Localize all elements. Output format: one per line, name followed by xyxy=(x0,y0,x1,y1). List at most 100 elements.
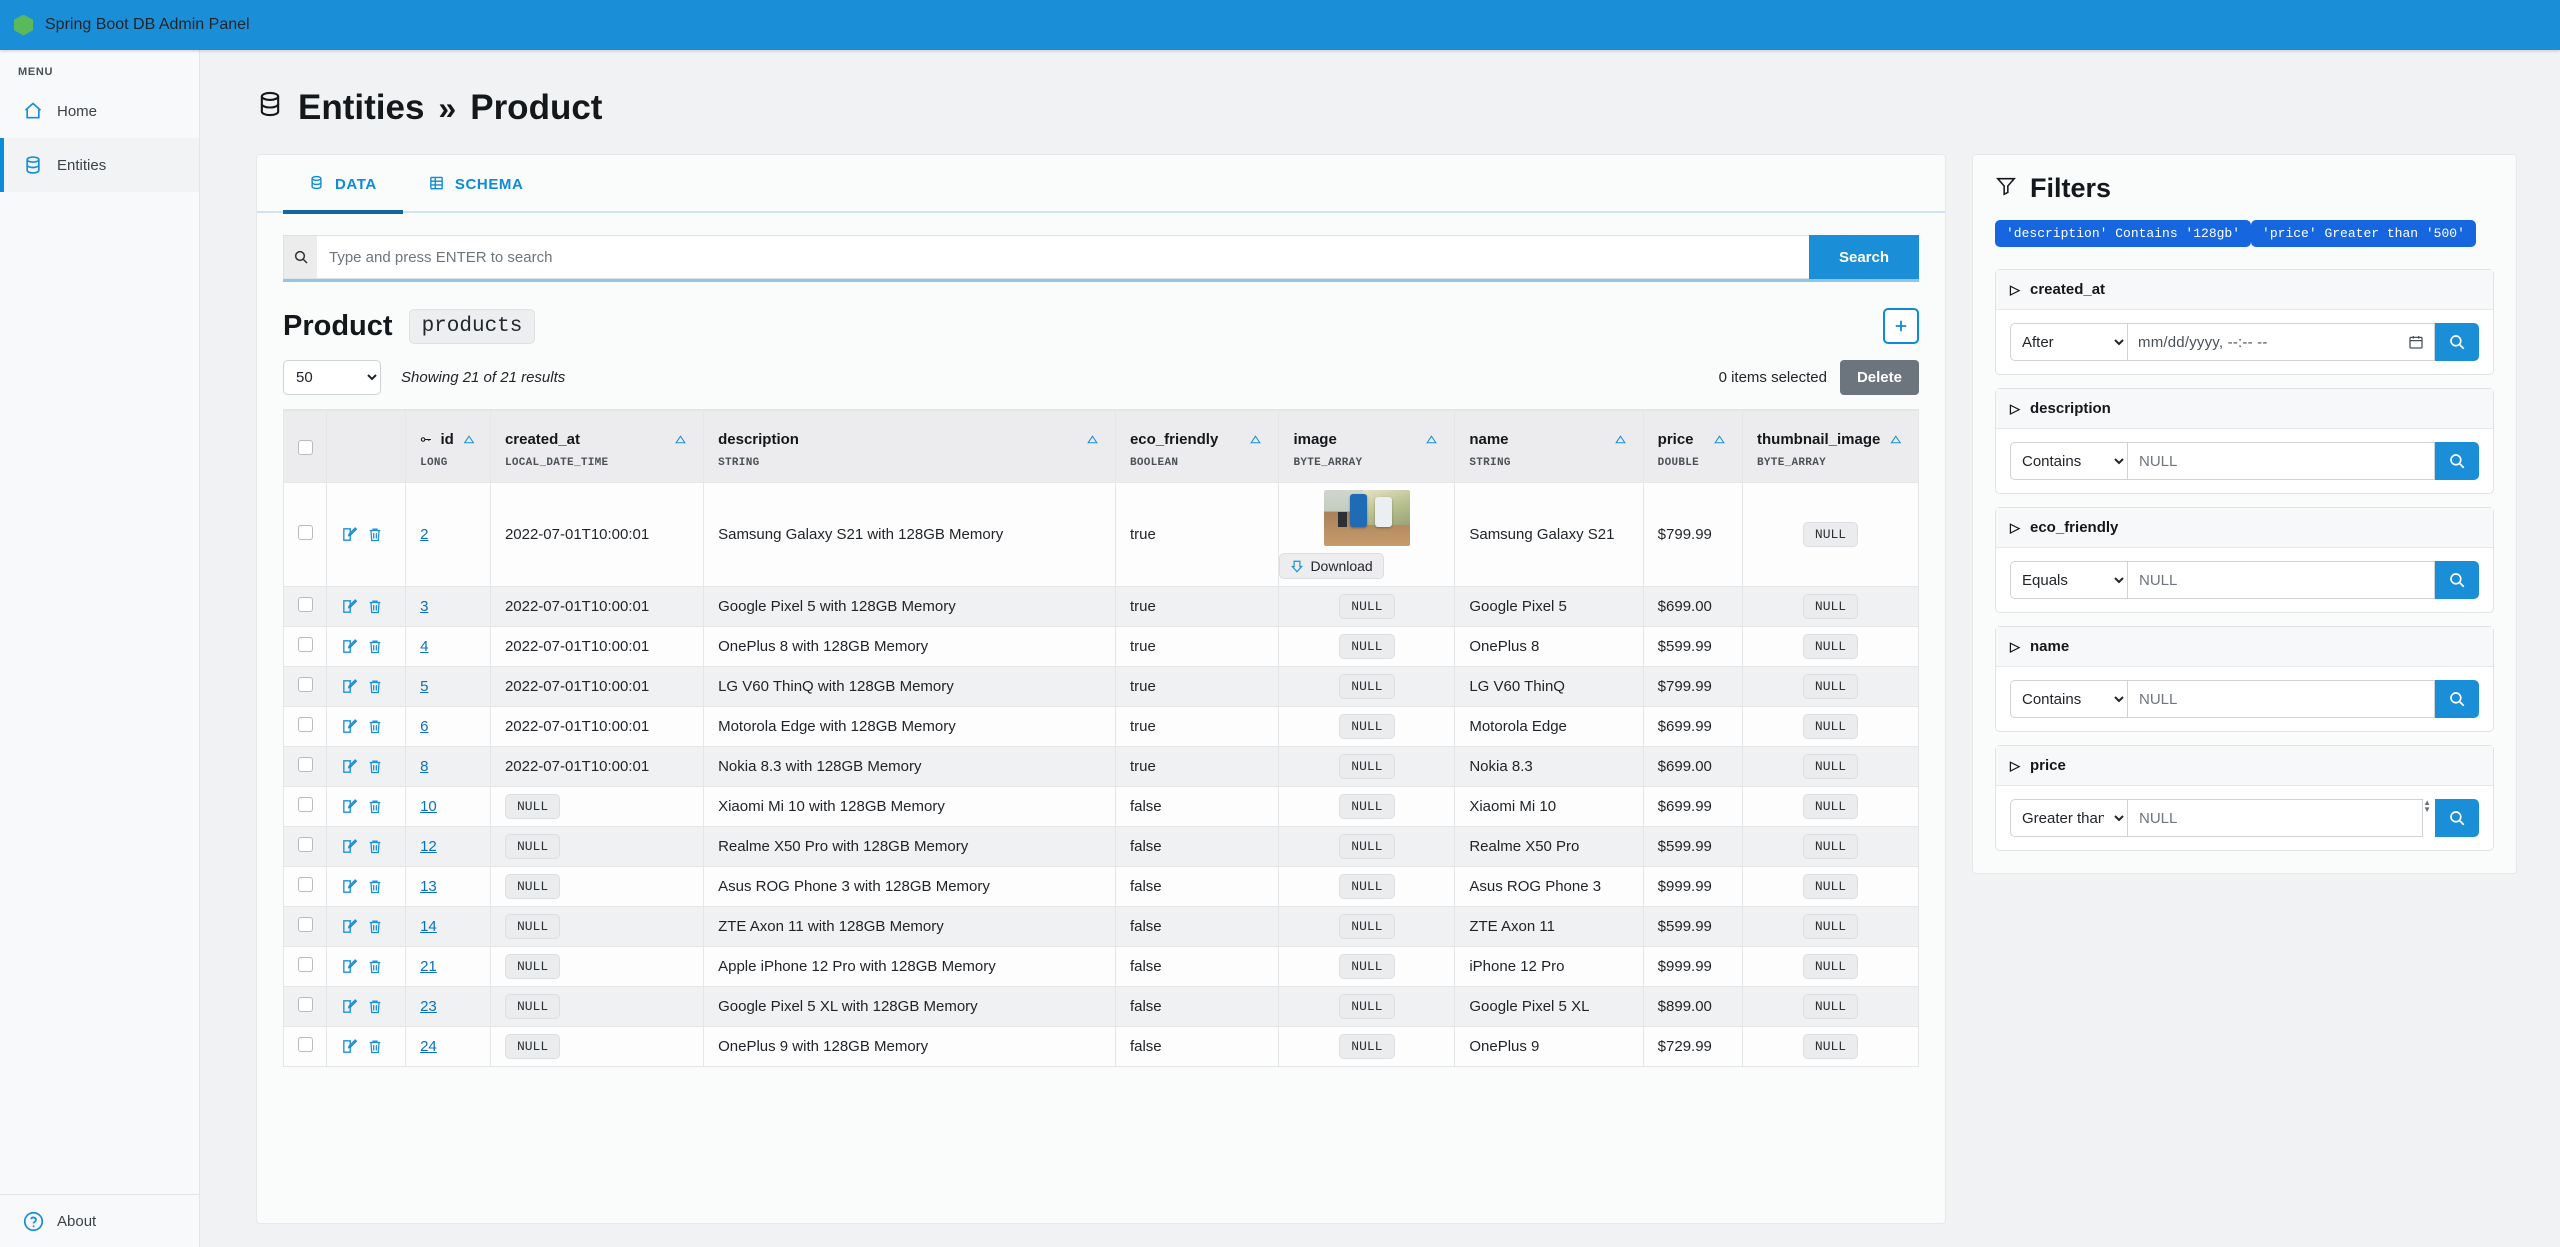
row-checkbox[interactable] xyxy=(298,1037,313,1052)
edit-pencil-icon[interactable] xyxy=(341,958,358,975)
search-input[interactable] xyxy=(317,235,1809,279)
row-checkbox[interactable] xyxy=(298,917,313,932)
filter-value-input[interactable] xyxy=(2128,799,2423,837)
row-id-link[interactable]: 14 xyxy=(420,918,437,935)
trash-icon[interactable] xyxy=(367,838,383,855)
sidebar-item-home[interactable]: Home xyxy=(0,84,199,138)
row-checkbox[interactable] xyxy=(298,677,313,692)
edit-pencil-icon[interactable] xyxy=(341,598,358,615)
edit-pencil-icon[interactable] xyxy=(341,878,358,895)
sort-triangle-icon[interactable] xyxy=(462,433,476,446)
tab-data[interactable]: DATA xyxy=(283,155,403,214)
product-thumbnail[interactable] xyxy=(1324,490,1410,546)
table-row[interactable]: 62022-07-01T10:00:01Motorola Edge with 1… xyxy=(284,707,1919,747)
row-id-link[interactable]: 21 xyxy=(420,958,437,975)
filter-apply-button[interactable] xyxy=(2435,442,2479,480)
filter-group-header[interactable]: ▷description xyxy=(1996,389,2493,429)
row-checkbox[interactable] xyxy=(298,637,313,652)
filter-group-header[interactable]: ▷created_at xyxy=(1996,270,2493,310)
page-size-select[interactable]: 50 xyxy=(283,360,381,395)
row-checkbox[interactable] xyxy=(298,877,313,892)
column-header-eco-friendly[interactable]: eco_friendlyBOOLEAN xyxy=(1115,411,1279,483)
trash-icon[interactable] xyxy=(367,1038,383,1055)
edit-pencil-icon[interactable] xyxy=(341,998,358,1015)
column-header-name[interactable]: nameSTRING xyxy=(1455,411,1643,483)
row-id-link[interactable]: 6 xyxy=(420,718,428,735)
table-row[interactable]: 52022-07-01T10:00:01LG V60 ThinQ with 12… xyxy=(284,667,1919,707)
table-row[interactable]: 22022-07-01T10:00:01Samsung Galaxy S21 w… xyxy=(284,483,1919,587)
table-row[interactable]: 82022-07-01T10:00:01Nokia 8.3 with 128GB… xyxy=(284,747,1919,787)
filter-apply-button[interactable] xyxy=(2435,799,2479,837)
column-header-id[interactable]: idLONG xyxy=(406,411,491,483)
trash-icon[interactable] xyxy=(367,878,383,895)
sort-triangle-icon[interactable] xyxy=(1423,433,1440,446)
sort-triangle-icon[interactable] xyxy=(1084,433,1101,446)
edit-pencil-icon[interactable] xyxy=(341,838,358,855)
row-id-link[interactable]: 24 xyxy=(420,1038,437,1055)
filter-value-input[interactable] xyxy=(2128,442,2435,480)
table-row[interactable]: 23NULLGoogle Pixel 5 XL with 128GB Memor… xyxy=(284,987,1919,1027)
row-id-link[interactable]: 12 xyxy=(420,838,437,855)
filter-group-header[interactable]: ▷name xyxy=(1996,627,2493,667)
table-row[interactable]: 42022-07-01T10:00:01OnePlus 8 with 128GB… xyxy=(284,627,1919,667)
filter-value-input[interactable] xyxy=(2128,561,2435,599)
active-filter-chip[interactable]: 'price' Greater than '500' xyxy=(2251,220,2476,247)
number-stepper[interactable]: ▲▼ xyxy=(2423,799,2431,837)
filter-operator-select[interactable]: Equals xyxy=(2010,561,2128,599)
filter-operator-select[interactable]: Contains xyxy=(2010,442,2128,480)
row-checkbox[interactable] xyxy=(298,957,313,972)
active-filter-chip[interactable]: 'description' Contains '128gb' xyxy=(1995,220,2251,247)
column-header-created-at[interactable]: created_atLOCAL_DATE_TIME xyxy=(490,411,703,483)
column-header-thumbnail-image[interactable]: thumbnail_imageBYTE_ARRAY xyxy=(1743,411,1919,483)
select-all-checkbox[interactable] xyxy=(298,440,313,455)
edit-pencil-icon[interactable] xyxy=(341,798,358,815)
delete-button[interactable]: Delete xyxy=(1840,360,1919,395)
row-checkbox[interactable] xyxy=(298,997,313,1012)
date-input-wrapper[interactable]: mm/dd/yyyy, --:-- -- xyxy=(2128,323,2435,361)
row-checkbox[interactable] xyxy=(298,525,313,540)
row-checkbox[interactable] xyxy=(298,837,313,852)
table-row[interactable]: 32022-07-01T10:00:01Google Pixel 5 with … xyxy=(284,587,1919,627)
download-button[interactable]: Download xyxy=(1279,553,1383,579)
row-id-link[interactable]: 5 xyxy=(420,678,428,695)
sort-triangle-icon[interactable] xyxy=(1711,433,1728,446)
edit-pencil-icon[interactable] xyxy=(341,918,358,935)
table-row[interactable]: 21NULLApple iPhone 12 Pro with 128GB Mem… xyxy=(284,947,1919,987)
sort-triangle-icon[interactable] xyxy=(1247,433,1264,446)
row-checkbox[interactable] xyxy=(298,597,313,612)
row-id-link[interactable]: 10 xyxy=(420,798,437,815)
filter-operator-select[interactable]: Greater than xyxy=(2010,799,2128,837)
row-id-link[interactable]: 8 xyxy=(420,758,428,775)
edit-pencil-icon[interactable] xyxy=(341,1038,358,1055)
edit-pencil-icon[interactable] xyxy=(341,638,358,655)
sidebar-item-about[interactable]: About xyxy=(0,1195,199,1247)
tab-schema[interactable]: SCHEMA xyxy=(403,155,550,214)
column-header-image[interactable]: imageBYTE_ARRAY xyxy=(1279,411,1455,483)
row-checkbox[interactable] xyxy=(298,797,313,812)
filter-value-input[interactable] xyxy=(2128,680,2435,718)
table-row[interactable]: 13NULLAsus ROG Phone 3 with 128GB Memory… xyxy=(284,867,1919,907)
filter-apply-button[interactable] xyxy=(2435,561,2479,599)
row-id-link[interactable]: 13 xyxy=(420,878,437,895)
edit-pencil-icon[interactable] xyxy=(341,526,358,543)
trash-icon[interactable] xyxy=(367,918,383,935)
trash-icon[interactable] xyxy=(367,638,383,655)
sort-triangle-icon[interactable] xyxy=(1888,433,1904,446)
edit-pencil-icon[interactable] xyxy=(341,758,358,775)
filter-operator-select[interactable]: After xyxy=(2010,323,2128,361)
row-id-link[interactable]: 2 xyxy=(420,526,428,543)
trash-icon[interactable] xyxy=(367,798,383,815)
sort-triangle-icon[interactable] xyxy=(1612,433,1629,446)
filter-group-header[interactable]: ▷eco_friendly xyxy=(1996,508,2493,548)
row-id-link[interactable]: 4 xyxy=(420,638,428,655)
search-button[interactable]: Search xyxy=(1809,235,1919,279)
filter-group-header[interactable]: ▷price xyxy=(1996,746,2493,786)
table-row[interactable]: 14NULLZTE Axon 11 with 128GB Memoryfalse… xyxy=(284,907,1919,947)
calendar-icon[interactable] xyxy=(2408,334,2424,350)
trash-icon[interactable] xyxy=(367,998,383,1015)
edit-pencil-icon[interactable] xyxy=(341,718,358,735)
row-checkbox[interactable] xyxy=(298,757,313,772)
filter-apply-button[interactable] xyxy=(2435,323,2479,361)
trash-icon[interactable] xyxy=(367,958,383,975)
column-header-description[interactable]: descriptionSTRING xyxy=(704,411,1116,483)
